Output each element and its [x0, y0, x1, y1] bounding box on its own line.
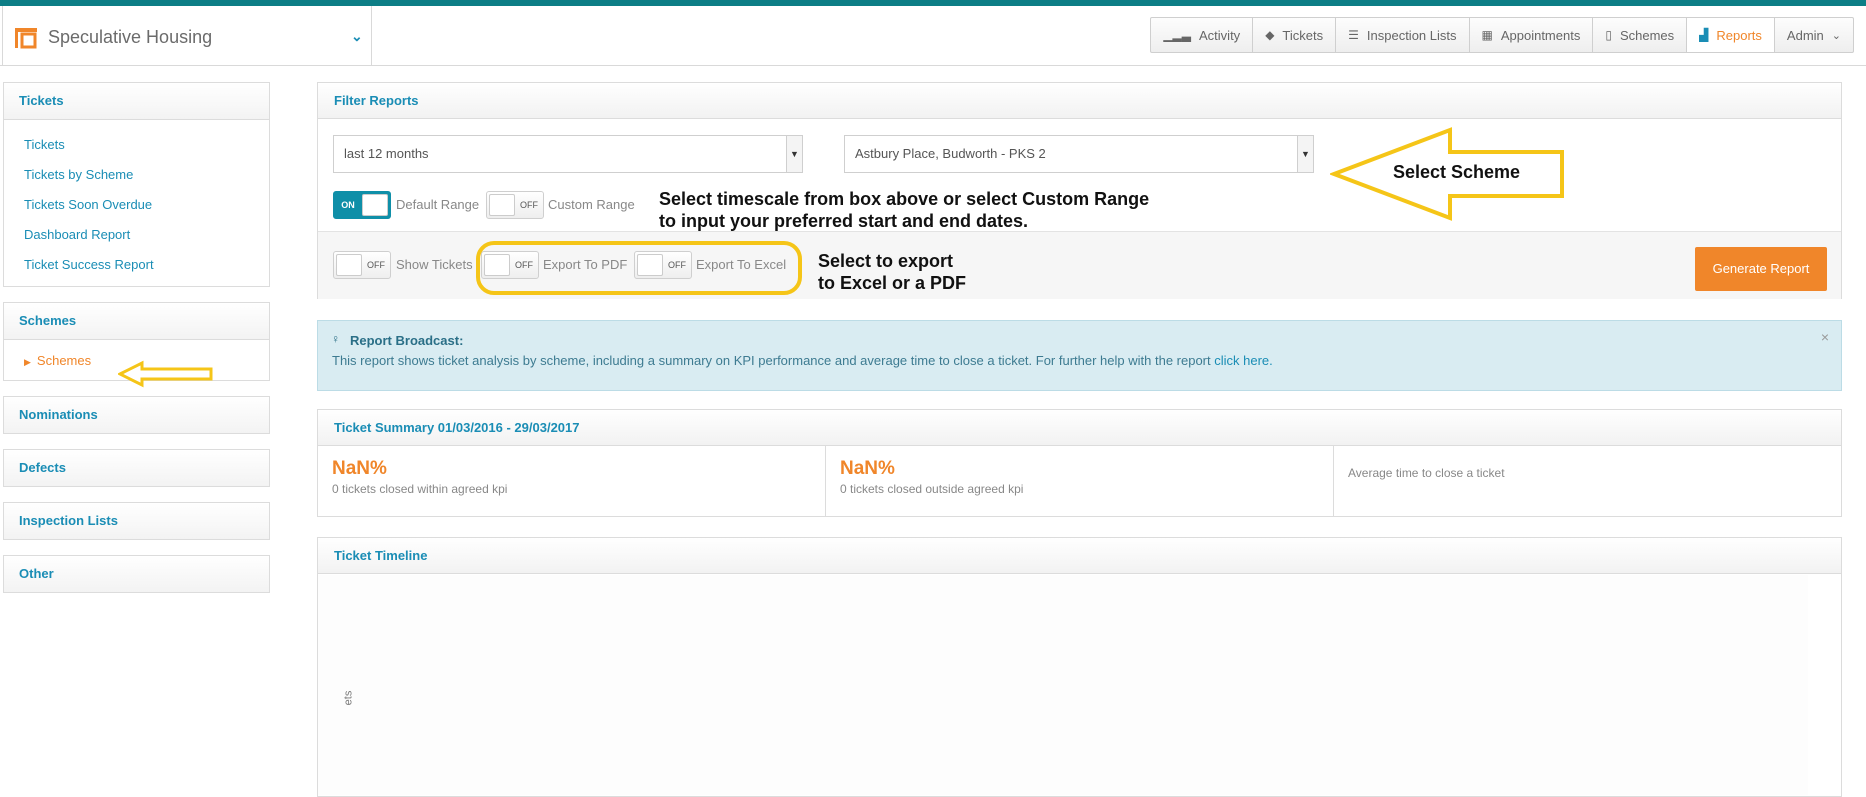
- sidebar-group-title[interactable]: Schemes: [4, 303, 269, 339]
- help-link[interactable]: click here.: [1214, 353, 1273, 368]
- toggle-knob: [336, 254, 362, 276]
- sidebar-group-tickets: Tickets Tickets Tickets by Scheme Ticket…: [3, 82, 270, 287]
- sidebar-group-title[interactable]: Inspection Lists: [4, 503, 269, 539]
- dropdown-arrow-icon: ▼: [786, 136, 802, 172]
- timeline-chart-area: [318, 575, 1808, 795]
- generate-report-button[interactable]: Generate Report: [1695, 247, 1827, 291]
- annotation-timescale-line2: to input your preferred start and end da…: [659, 211, 1029, 231]
- nav-inspection-lists[interactable]: ☰ Inspection Lists: [1336, 18, 1470, 52]
- nav-reports[interactable]: ▟ Reports: [1687, 18, 1775, 52]
- avg-close-time-desc: Average time to close a ticket: [1348, 466, 1505, 480]
- chevron-down-icon[interactable]: ⌄: [351, 28, 363, 45]
- nav-label: Reports: [1716, 27, 1762, 43]
- show-tickets-toggle[interactable]: OFF: [333, 251, 391, 279]
- toggle-state: OFF: [520, 200, 538, 210]
- kpi-within-desc: 0 tickets closed within agreed kpi: [332, 482, 508, 496]
- kpi-outside-desc: 0 tickets closed outside agreed kpi: [840, 482, 1024, 496]
- report-broadcast-alert: ♀ Report Broadcast: This report shows ti…: [317, 320, 1842, 391]
- sidebar-item-tickets-by-scheme[interactable]: Tickets by Scheme: [4, 160, 269, 190]
- kpi-within-value: NaN%: [332, 458, 387, 479]
- nav-appointments[interactable]: ▦ Appointments: [1470, 18, 1594, 52]
- toggle-knob: [489, 194, 515, 216]
- panel-title: Ticket Timeline: [318, 538, 1841, 574]
- annotation-select-scheme: Select Scheme: [1393, 162, 1521, 182]
- calendar-icon: ▦: [1481, 28, 1493, 42]
- nav-label: Tickets: [1282, 27, 1324, 43]
- caret-right-icon: ▶: [24, 357, 31, 367]
- ticket-summary-panel: Ticket Summary 01/03/2016 - 29/03/2017 N…: [317, 409, 1842, 517]
- sidebar-group-title[interactable]: Nominations: [4, 397, 269, 433]
- sidebar-item-label: Schemes: [36, 353, 92, 368]
- org-switcher[interactable]: Speculative Housing ⌄: [2, 6, 372, 66]
- tag-icon: ◆: [1265, 28, 1275, 42]
- signal-icon: ▁▂▃: [1163, 28, 1192, 42]
- sidebar-group-nominations: Nominations: [3, 396, 270, 434]
- logo-icon: [15, 28, 37, 49]
- annotation-timescale-line1: Select timescale from box above or selec…: [659, 189, 1150, 209]
- annotation-highlight-oval: [476, 241, 802, 295]
- kpi-outside-value: NaN%: [840, 458, 895, 479]
- list-icon: ☰: [1348, 28, 1359, 42]
- kpi-outside-cell: NaN% 0 tickets closed outside agreed kpi: [826, 446, 1334, 517]
- scheme-select[interactable]: Astbury Place, Budworth - PKS 2 ▼: [844, 135, 1314, 173]
- default-range-toggle[interactable]: ON: [333, 191, 391, 219]
- sidebar-group-title[interactable]: Tickets: [4, 83, 269, 119]
- top-navigation: ▁▂▃ Activity ◆ Tickets ☰ Inspection List…: [1150, 17, 1854, 53]
- sidebar-item-ticket-success-report[interactable]: Ticket Success Report: [4, 250, 269, 280]
- sidebar-group-defects: Defects: [3, 449, 270, 487]
- annotation-arrow-left-icon: [118, 360, 213, 388]
- lightbulb-icon: ♀: [331, 332, 340, 346]
- sidebar: Tickets Tickets Tickets by Scheme Ticket…: [3, 82, 270, 608]
- kpi-within-cell: NaN% 0 tickets closed within agreed kpi: [318, 446, 826, 517]
- select-value: last 12 months: [344, 146, 429, 161]
- date-range-select[interactable]: last 12 months ▼: [333, 135, 803, 173]
- nav-activity[interactable]: ▁▂▃ Activity: [1151, 18, 1254, 52]
- default-range-label: Default Range: [396, 197, 480, 212]
- panel-title: Filter Reports: [318, 83, 1841, 119]
- nav-schemes[interactable]: ▯ Schemes: [1593, 18, 1688, 52]
- close-icon[interactable]: ×: [1821, 329, 1829, 345]
- broadcast-body: This report shows ticket analysis by sch…: [332, 353, 1215, 368]
- dropdown-arrow-icon: ▼: [1297, 136, 1313, 172]
- annotation-export-line2: to Excel or a PDF: [818, 273, 967, 293]
- toggle-state: OFF: [367, 260, 385, 270]
- panel-title: Ticket Summary 01/03/2016 - 29/03/2017: [318, 410, 1841, 446]
- select-value: Astbury Place, Budworth - PKS 2: [855, 146, 1046, 161]
- sidebar-item-tickets[interactable]: Tickets: [4, 130, 269, 160]
- nav-label: Activity: [1199, 27, 1241, 43]
- custom-range-toggle[interactable]: OFF: [486, 191, 544, 219]
- app-header: Speculative Housing ⌄ ▁▂▃ Activity ◆ Tic…: [0, 6, 1866, 66]
- broadcast-text: This report shows ticket analysis by sch…: [332, 353, 1273, 368]
- annotation-export-line1: Select to export: [818, 251, 954, 271]
- show-tickets-label: Show Tickets: [396, 257, 473, 272]
- broadcast-title: Report Broadcast:: [350, 333, 464, 348]
- admin-menu[interactable]: Admin ⌄: [1775, 18, 1853, 52]
- nav-tickets[interactable]: ◆ Tickets: [1253, 18, 1337, 52]
- nav-label: Schemes: [1619, 27, 1675, 43]
- org-name: Speculative Housing: [48, 27, 213, 47]
- nav-label: Appointments: [1500, 27, 1581, 43]
- sidebar-group-inspection-lists: Inspection Lists: [3, 502, 270, 540]
- chevron-down-icon: ⌄: [1831, 29, 1841, 42]
- sidebar-item-tickets-soon-overdue[interactable]: Tickets Soon Overdue: [4, 190, 269, 220]
- avg-close-time-cell: Average time to close a ticket: [1334, 446, 1841, 517]
- custom-range-label: Custom Range: [548, 197, 635, 212]
- sidebar-group-title[interactable]: Defects: [4, 450, 269, 486]
- sidebar-item-dashboard-report[interactable]: Dashboard Report: [4, 220, 269, 250]
- toggle-knob: [362, 194, 388, 216]
- nav-label: Inspection Lists: [1366, 27, 1457, 43]
- sidebar-group-title[interactable]: Other: [4, 556, 269, 592]
- building-icon: ▯: [1605, 28, 1612, 42]
- toggle-state: ON: [341, 200, 355, 210]
- ticket-timeline-panel: Ticket Timeline: [317, 537, 1842, 797]
- sidebar-group-other: Other: [3, 555, 270, 593]
- admin-label: Admin: [1786, 27, 1824, 43]
- timeline-y-axis-label: ets: [342, 690, 355, 706]
- bar-chart-icon: ▟: [1699, 28, 1709, 42]
